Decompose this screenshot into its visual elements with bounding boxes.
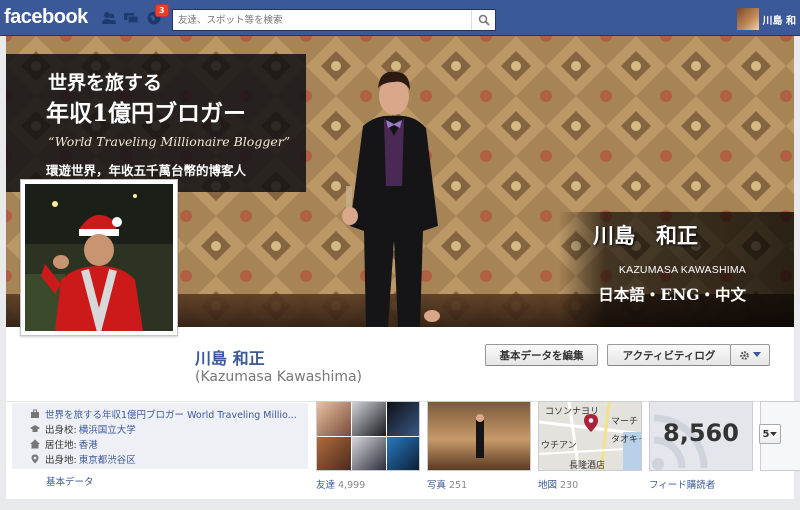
friend-requests-icon[interactable] (101, 10, 117, 26)
notifications-globe-icon[interactable]: 3 (146, 4, 169, 26)
basic-info-link[interactable]: 基本データ (46, 474, 94, 488)
photos-label: 写真 (427, 480, 447, 491)
friend-thumbnail[interactable] (317, 402, 351, 436)
friend-thumbnail[interactable] (387, 402, 419, 436)
info-school[interactable]: 出身校: 横浜国立大学 (30, 422, 136, 436)
avatar (736, 8, 759, 30)
user-name: 川島 和 (762, 15, 796, 27)
cover-title-line1: 世界を旅する (48, 72, 163, 94)
activity-log-button[interactable]: アクティビティログ (607, 344, 731, 366)
location-pin-icon (584, 414, 598, 432)
search-icon (478, 14, 490, 26)
profile-picture (25, 184, 173, 331)
facebook-logo[interactable]: facebook (4, 6, 88, 29)
subscriber-count: 8,560 (663, 419, 739, 447)
map-label: ウチアン (541, 441, 577, 451)
cover-languages: 日本語・ENG・中文 (598, 285, 746, 304)
work-icon (31, 409, 39, 418)
map-label: タオキャ (611, 435, 641, 445)
photo-thumbnail (476, 414, 484, 458)
info-from[interactable]: 出身地: 東京都渋谷区 (30, 452, 136, 466)
profile-picture-frame[interactable] (20, 179, 178, 336)
friends-app-label[interactable]: 友達 4,999 (316, 477, 365, 491)
cover-title-line2: 年収1億円ブロガー (46, 100, 247, 127)
map-label-text: 地図 (538, 480, 558, 491)
map-label: マーチ (611, 417, 639, 427)
map-app-tile[interactable]: コソンナヨリ マーチ ウチアン タオキャ 長隆酒店 (538, 401, 642, 471)
school-icon (30, 425, 40, 432)
settings-dropdown-button[interactable] (730, 344, 770, 366)
messages-icon[interactable] (123, 10, 139, 26)
friends-label: 友達 (316, 480, 336, 491)
cover-name-jp: 川島 和正 (593, 223, 698, 248)
info-work[interactable]: 世界を旅する年収1億円ブロガー World Traveling Millio..… (30, 407, 297, 421)
chevron-down-icon (753, 352, 761, 357)
cover-title-box: 世界を旅する 年収1億円ブロガー “World Traveling Millio… (6, 54, 306, 192)
gear-icon (740, 350, 749, 360)
cover-subtitle-chinese: 環遊世界，年收五千萬台幣的博客人 (46, 163, 247, 178)
search-button[interactable] (471, 10, 495, 30)
more-apps-button[interactable]: 5 (759, 424, 781, 444)
location-pin-icon (31, 454, 39, 464)
subscribers-app-label[interactable]: フィード購読者 (649, 477, 715, 491)
friends-count: 4,999 (338, 480, 366, 491)
user-profile-link[interactable]: 川島 和 (736, 8, 796, 30)
chevron-down-icon (770, 431, 778, 436)
edit-profile-button[interactable]: 基本データを編集 (485, 344, 598, 366)
cover-name-box: 川島 和正 KAZUMASA KAWASHIMA 日本語・ENG・中文 (558, 212, 794, 327)
man-in-tuxedo-image (342, 71, 440, 327)
map-label: 長隆酒店 (569, 461, 606, 471)
info-from-value: 東京都渋谷区 (78, 455, 136, 466)
top-navigation-bar: facebook 3 川島 和 (0, 0, 800, 36)
info-school-value: 横浜国立大学 (78, 425, 136, 436)
map-count: 230 (560, 480, 579, 491)
info-from-label: 出身地: (45, 455, 77, 466)
home-icon (30, 439, 40, 449)
friend-thumbnail[interactable] (387, 437, 419, 470)
more-apps-count: 5 (762, 428, 770, 440)
photos-app-label[interactable]: 写真 251 (427, 477, 467, 491)
friend-thumbnail[interactable] (317, 437, 351, 470)
info-lives-value: 香港 (78, 440, 98, 451)
cover-subtitle-english: “World Traveling Millionaire Blogger” (48, 134, 291, 149)
profile-name[interactable]: 川島 和正 (195, 345, 265, 369)
cover-name-en: KAZUMASA KAWASHIMA (618, 264, 746, 276)
info-work-text: 世界を旅する年収1億円ブロガー World Traveling Millio..… (45, 410, 297, 421)
search-box[interactable] (172, 9, 496, 31)
friend-thumbnail[interactable] (352, 437, 386, 470)
map-app-label[interactable]: 地図 230 (538, 477, 578, 491)
info-lives[interactable]: 居住地: 香港 (30, 437, 98, 451)
search-input[interactable] (173, 10, 469, 30)
friends-app-tile[interactable] (316, 401, 420, 471)
photos-count: 251 (449, 480, 468, 491)
notification-count-badge: 3 (155, 4, 169, 17)
info-lives-label: 居住地: (45, 440, 77, 451)
info-school-label: 出身校: (45, 425, 77, 436)
photos-app-tile[interactable] (427, 401, 531, 471)
friend-thumbnail[interactable] (352, 402, 386, 436)
profile-alternate-name: (Kazumasa Kawashima) (195, 369, 363, 385)
